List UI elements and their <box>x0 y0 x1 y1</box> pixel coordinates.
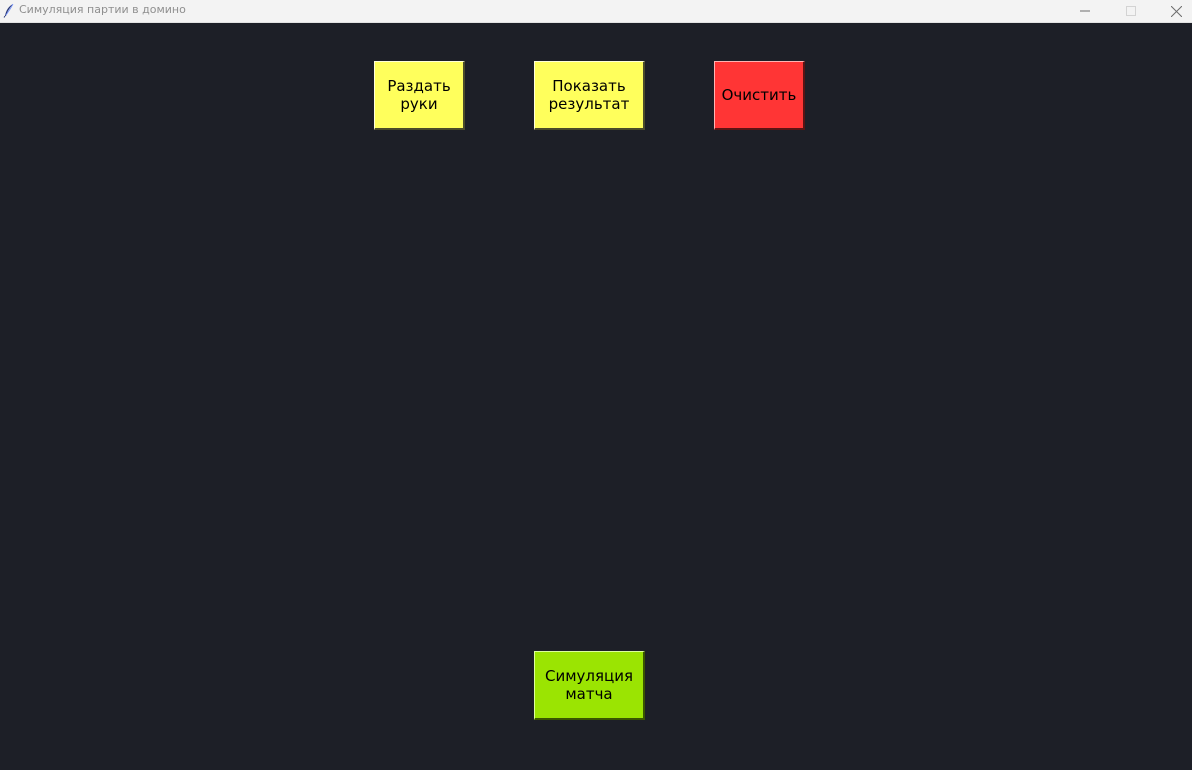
maximize-icon <box>1126 6 1136 16</box>
simulate-match-button[interactable]: Симуляция матча <box>534 651 645 720</box>
close-button[interactable] <box>1153 0 1192 22</box>
main-canvas: Раздать руки Показать результат Очистить… <box>0 23 1192 770</box>
minimize-button[interactable] <box>1062 0 1108 22</box>
title-bar[interactable]: Симуляция партии в домино <box>0 0 1192 23</box>
app-window: Симуляция партии в домино Раздать руки П… <box>0 0 1192 770</box>
clear-button[interactable]: Очистить <box>714 61 805 130</box>
minimize-icon <box>1080 10 1090 12</box>
deal-hands-button[interactable]: Раздать руки <box>374 61 465 130</box>
close-icon <box>1170 5 1182 17</box>
show-result-button[interactable]: Показать результат <box>534 61 645 130</box>
feather-icon <box>3 3 14 18</box>
maximize-button[interactable] <box>1108 0 1154 22</box>
window-title: Симуляция партии в домино <box>19 3 186 16</box>
